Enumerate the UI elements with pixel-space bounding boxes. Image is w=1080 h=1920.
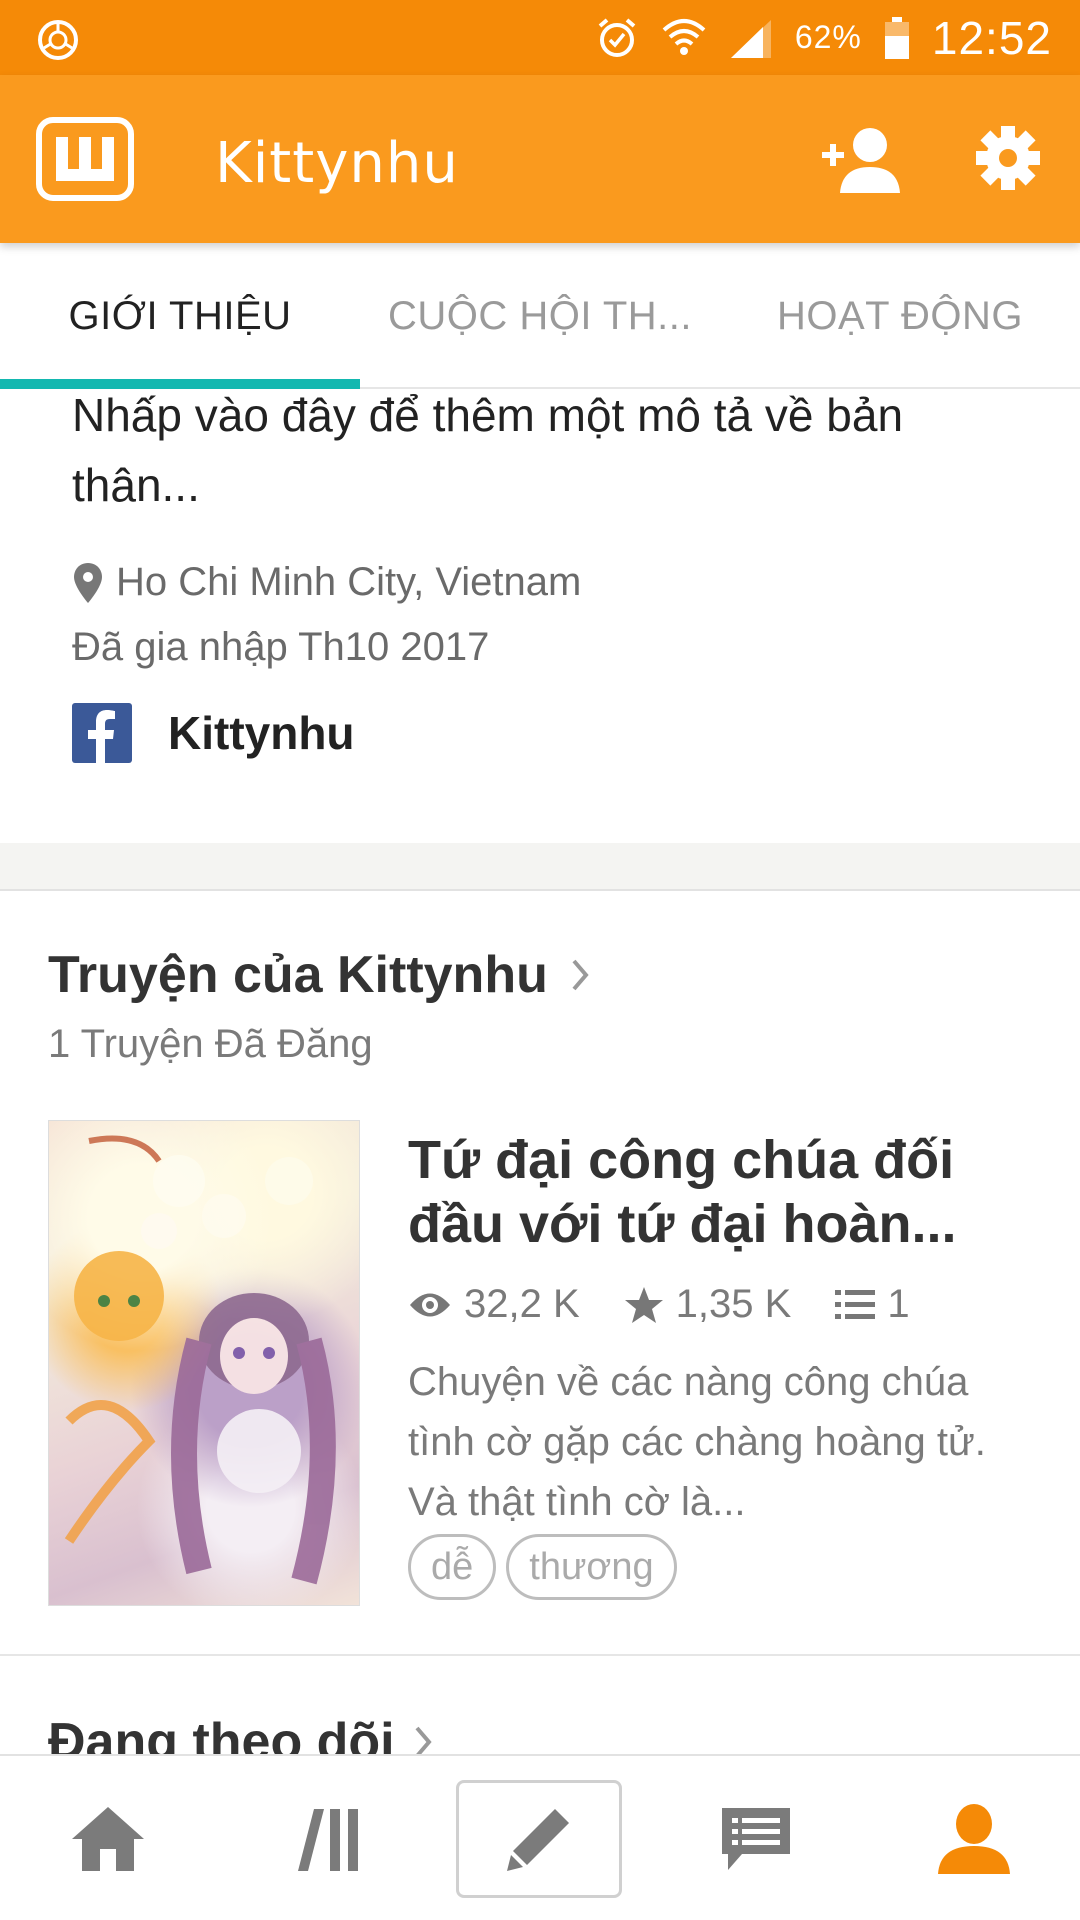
list-icon xyxy=(835,1289,876,1319)
nav-profile[interactable] xyxy=(904,1784,1044,1894)
alarm-icon xyxy=(598,17,636,57)
gear-icon[interactable] xyxy=(975,125,1041,191)
nav-write[interactable] xyxy=(456,1780,622,1898)
status-bar: 62% 12:52 xyxy=(0,0,1080,75)
stories-title: Truyện của Kittynhu xyxy=(48,946,548,1004)
nav-messages[interactable] xyxy=(686,1784,826,1894)
eye-icon xyxy=(410,1293,450,1316)
facebook-name: Kittynhu xyxy=(168,707,355,759)
profile-tabs: GIỚI THIỆU CUỘC HỘI TH... HOẠT ĐỘNG xyxy=(0,243,1080,389)
tag-chip[interactable]: dễ xyxy=(408,1534,497,1600)
votes-count: 1,35 K xyxy=(675,1282,792,1326)
star-icon xyxy=(624,1286,663,1323)
reads-stat: 32,2 K xyxy=(408,1282,580,1327)
active-tab-indicator xyxy=(0,379,360,389)
story-tags: dễ thương xyxy=(408,1534,677,1600)
location-row: Ho Chi Minh City, Vietnam xyxy=(72,560,581,605)
tab-about[interactable]: GIỚI THIỆU xyxy=(0,243,360,389)
location-pin-icon xyxy=(74,562,102,603)
library-icon xyxy=(298,1809,358,1871)
pencil-icon xyxy=(507,1809,569,1871)
clock-time: 12:52 xyxy=(931,11,1052,64)
tab-activity[interactable]: HOẠT ĐỘNG xyxy=(720,243,1080,389)
story-stats: 32,2 K 1,35 K 1 xyxy=(408,1282,954,1327)
bottom-navigation xyxy=(0,1754,1080,1920)
section-separator xyxy=(0,843,1080,891)
parts-stat: 1 xyxy=(835,1282,910,1327)
parts-count: 1 xyxy=(887,1282,910,1326)
profile-username-title: Kittynhu xyxy=(215,131,459,196)
app-bar: Kittynhu xyxy=(0,75,1080,243)
facebook-link[interactable]: Kittynhu xyxy=(72,703,355,763)
reads-count: 32,2 K xyxy=(464,1282,580,1326)
battery-icon xyxy=(884,16,909,59)
stories-count: 1 Truyện Đã Đăng xyxy=(48,1022,373,1066)
tag-chip[interactable]: thương xyxy=(506,1534,677,1600)
about-description[interactable]: Nhấp vào đây để thêm một mô tả về bản th… xyxy=(72,380,1002,520)
votes-stat: 1,35 K xyxy=(624,1282,792,1327)
wifi-icon xyxy=(662,18,706,55)
nav-home[interactable] xyxy=(38,1784,178,1894)
section-divider xyxy=(0,1654,1080,1656)
battery-percent: 62% xyxy=(794,19,862,55)
story-title[interactable]: Tứ đại công chúa đối đầu với tứ đại hoàn… xyxy=(408,1128,1008,1256)
location-text: Ho Chi Minh City, Vietnam xyxy=(116,560,582,604)
story-cover-image[interactable] xyxy=(48,1120,360,1606)
story-description: Chuyện về các nàng công chúa tình cờ gặp… xyxy=(408,1360,986,1524)
nav-library[interactable] xyxy=(258,1784,398,1894)
joined-date: Đã gia nhập Th10 2017 xyxy=(72,625,490,669)
facebook-icon xyxy=(72,703,132,763)
wattpad-logo-icon[interactable] xyxy=(36,117,134,201)
app-root: 62% 12:52 Kittynhu GIỚI THIỆU CUỘC HỘI T… xyxy=(0,0,1080,1920)
home-icon xyxy=(72,1807,144,1871)
add-friend-icon[interactable] xyxy=(818,125,902,195)
profile-icon xyxy=(938,1804,1010,1874)
clock-app-icon xyxy=(38,20,78,60)
message-icon xyxy=(722,1808,790,1870)
status-icons: 62% 12:52 xyxy=(595,0,1052,75)
stories-header[interactable]: Truyện của Kittynhu xyxy=(48,945,592,1005)
signal-icon xyxy=(730,19,771,58)
chevron-right-icon xyxy=(572,959,589,991)
tab-conversations[interactable]: CUỘC HỘI TH... xyxy=(360,243,720,389)
